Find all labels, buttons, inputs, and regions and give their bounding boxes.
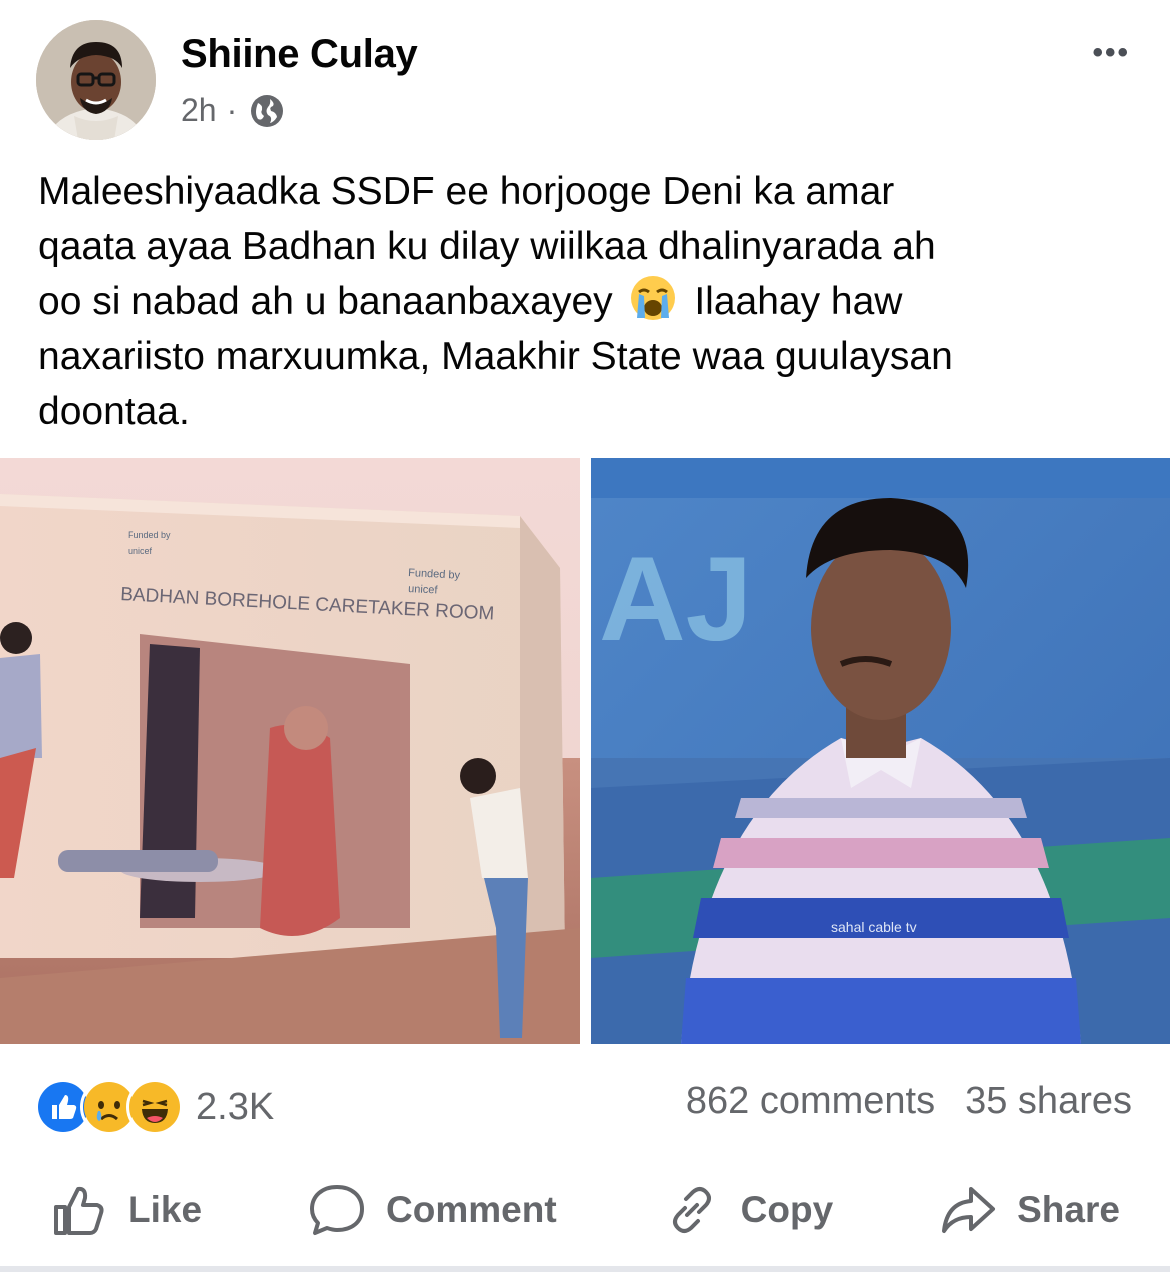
post-text-fragment: Ilaahay haw [694,280,903,323]
post-text: Maleeshiyaadka SSDF ee horjooge Deni ka … [38,164,1138,439]
divider [0,1266,1170,1272]
post-text-line: oo si nabad ah u banaanbaxayey Ilaahay h… [38,274,1138,329]
avatar-photo [36,20,156,140]
comment-count[interactable]: 862 comments [686,1080,935,1123]
like-button[interactable]: Like [50,1181,202,1239]
share-label: Share [1017,1189,1120,1230]
copy-label: Copy [740,1189,834,1230]
action-bar: Like Comment Copy Share [0,1170,1170,1250]
post-text-line: naxariisto marxuumka, Maakhir State waa … [38,335,953,378]
sign-unicef-text: unicef [408,583,439,597]
reaction-count: 2.3K [196,1085,275,1128]
crying-face-emoji [631,276,676,320]
like-label: Like [128,1189,203,1230]
more-options-icon[interactable]: ••• [1092,36,1130,70]
post-text-fragment: oo si nabad ah u banaanbaxayey [38,280,613,323]
share-arrow-icon [942,1187,996,1233]
post-stats: 862 comments 35 shares [686,1080,1132,1123]
sign-small-text: unicef [128,546,153,556]
share-count[interactable]: 35 shares [965,1080,1132,1123]
globe-icon[interactable] [249,93,285,129]
share-button[interactable]: Share [939,1181,1120,1239]
post-text-line: doontaa. [38,390,190,433]
sign-small-text: Funded by [128,530,171,540]
post-text-line: qaata ayaa Badhan ku dilay wiilkaa dhali… [38,225,936,268]
copy-button[interactable]: Copy [663,1181,834,1239]
meta-separator: · [226,92,238,128]
post-photo-right[interactable]: AJ sahal cable tv [591,458,1170,1044]
haha-reaction-icon [126,1078,184,1136]
post-photo-left[interactable]: BADHAN BOREHOLE CARETAKER ROOM Funded by… [0,458,580,1044]
reaction-summary[interactable]: 2.3K [34,1078,274,1136]
author-name[interactable]: Shiine Culay [181,32,418,77]
portrait-image: AJ sahal cable tv [591,458,1170,1044]
post-time[interactable]: 2h [181,92,217,129]
watermark-text: sahal cable tv [831,919,917,935]
borehole-scene-image: BADHAN BOREHOLE CARETAKER ROOM Funded by… [0,458,580,1044]
thumbs-up-icon [54,1186,104,1235]
comment-label: Comment [386,1189,557,1230]
post-text-line: Maleeshiyaadka SSDF ee horjooge Deni ka … [38,170,895,213]
post-meta: 2h · [181,92,285,129]
comment-bubble-icon [310,1185,365,1235]
author-avatar[interactable] [36,20,156,140]
comment-button[interactable]: Comment [308,1181,557,1239]
link-icon [672,1187,711,1233]
background-text: AJ [599,532,752,666]
